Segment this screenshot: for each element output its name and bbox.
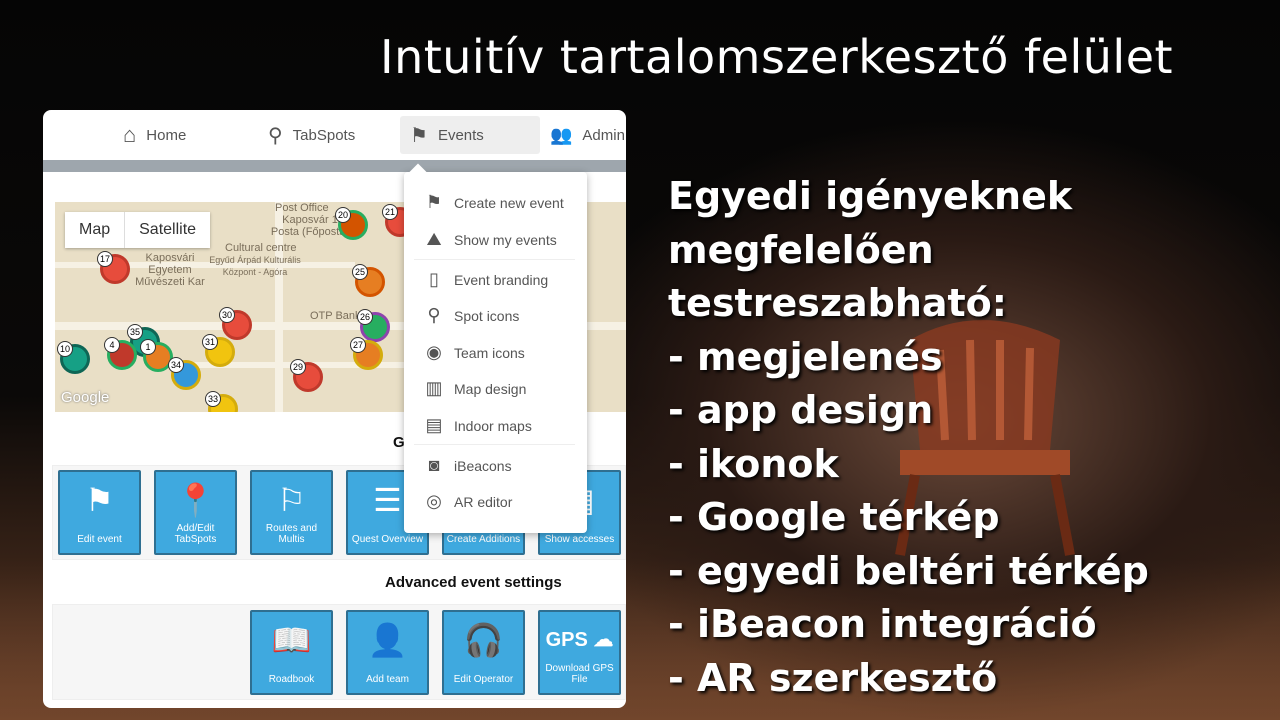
flag-icon: ⚑ bbox=[85, 482, 114, 518]
bullet: megfelelően testreszabható: bbox=[668, 227, 1007, 326]
eye-icon: ◎ bbox=[426, 491, 442, 511]
users-icon: 👥 bbox=[550, 124, 573, 145]
menu-map-design[interactable]: ▥ Map design bbox=[422, 378, 526, 399]
phone-icon: ▯ bbox=[429, 269, 439, 289]
map-type-satellite[interactable]: Satellite bbox=[125, 212, 210, 248]
home-icon: ⌂ bbox=[123, 122, 137, 147]
bullet: Egyedi igényeknek bbox=[668, 174, 1073, 218]
map-marker[interactable]: 33 bbox=[205, 391, 238, 412]
map-marker[interactable]: 4 bbox=[104, 337, 137, 370]
book-icon: 📖 bbox=[271, 622, 312, 658]
nav-divider bbox=[43, 160, 626, 172]
menu-event-branding[interactable]: ▯ Event branding bbox=[422, 269, 548, 290]
menu-create-new-event[interactable]: ⚑ Create new event bbox=[422, 192, 564, 213]
map-pin-icon: ⚲ bbox=[427, 305, 441, 325]
map-marker[interactable]: 26 bbox=[357, 309, 390, 342]
nav-admin[interactable]: 👥 Admin bbox=[540, 116, 626, 154]
map-marker[interactable]: 20 bbox=[335, 207, 368, 240]
map-marker[interactable]: 25 bbox=[352, 264, 385, 297]
menu-team-icons[interactable]: ◉ Team icons bbox=[422, 342, 525, 363]
edit-operator-button[interactable]: 🎧 Edit Operator bbox=[442, 610, 525, 695]
nav-events[interactable]: ⚑ Events bbox=[400, 116, 540, 154]
map-marker[interactable]: 29 bbox=[290, 359, 323, 392]
menu-spot-icons[interactable]: ⚲ Spot icons bbox=[422, 305, 519, 326]
bullet: - ikonok bbox=[668, 441, 839, 486]
headset-icon: 🎧 bbox=[463, 622, 504, 658]
map-marker[interactable]: 27 bbox=[350, 337, 383, 370]
edit-event-button[interactable]: ⚑ Edit event bbox=[58, 470, 141, 555]
bullet: - megjelenés bbox=[668, 334, 943, 379]
slide-title: Intuitív tartalomszerkesztő felület bbox=[380, 30, 1174, 84]
add-user-icon: 👤 bbox=[367, 622, 408, 658]
folded-map-icon: ▥ bbox=[425, 378, 443, 398]
bullet: - AR szerkesztő bbox=[668, 655, 998, 700]
routes-multis-button[interactable]: ⚐ Routes and Multis bbox=[250, 470, 333, 555]
menu-ar-editor[interactable]: ◎ AR editor bbox=[422, 491, 512, 512]
map-pin-icon: ⚲ bbox=[268, 124, 283, 147]
advanced-settings-heading: Advanced event settings bbox=[385, 574, 562, 591]
bullet: - app design bbox=[668, 388, 934, 432]
bullet: - egyedi beltéri térkép bbox=[668, 548, 1149, 593]
map-type-map[interactable]: Map bbox=[65, 212, 126, 248]
general-settings-heading: G bbox=[393, 434, 405, 451]
map-marker[interactable]: 34 bbox=[168, 357, 201, 390]
feature-list: Egyedi igényeknek megfelelően testreszab… bbox=[668, 170, 1280, 705]
bullet: - iBeacon integráció bbox=[668, 602, 1097, 646]
map-marker[interactable]: 17 bbox=[97, 251, 130, 284]
menu-indoor-maps[interactable]: ▤ Indoor maps bbox=[422, 415, 531, 436]
bullet: - Google térkép bbox=[668, 495, 1000, 539]
map-pin-edit-icon: 📍 bbox=[175, 482, 216, 518]
beacon-icon: ◙ bbox=[428, 455, 440, 475]
route-icon: ⚐ bbox=[277, 482, 306, 518]
nav-home[interactable]: ⌂ Home bbox=[113, 116, 196, 154]
roadbook-button[interactable]: 📖 Roadbook bbox=[250, 610, 333, 695]
map-icon: ⛰ bbox=[426, 229, 442, 249]
flag-plus-icon: ⚑ bbox=[425, 192, 443, 212]
menu-ibeacons[interactable]: ◙ iBeacons bbox=[422, 455, 512, 476]
google-logo: Google bbox=[61, 389, 110, 406]
flag-icon: ⚑ bbox=[410, 124, 428, 147]
building-icon: ▤ bbox=[425, 415, 443, 435]
add-edit-tabspots-button[interactable]: 📍 Add/Edit TabSpots bbox=[154, 470, 237, 555]
map-marker[interactable]: 31 bbox=[202, 334, 235, 367]
nav-tabspots[interactable]: ⚲ TabSpots bbox=[258, 116, 365, 154]
team-pin-icon: ◉ bbox=[426, 342, 442, 362]
map-marker[interactable]: 30 bbox=[219, 307, 252, 340]
top-nav: ⌂ Home ⚲ TabSpots ⚑ Events 👥 Admin bbox=[43, 110, 626, 160]
map-marker[interactable]: 10 bbox=[57, 341, 90, 374]
add-team-button[interactable]: 👤 Add team bbox=[346, 610, 429, 695]
menu-show-my-events[interactable]: ⛰ Show my events bbox=[422, 229, 556, 250]
download-gps-button[interactable]: GPS ☁ Download GPS File bbox=[538, 610, 621, 695]
gps-download-icon: GPS ☁ bbox=[545, 629, 614, 651]
events-dropdown-menu: ⚑ Create new event ⛰ Show my events ▯ Event… bbox=[404, 163, 587, 533]
map-type-control: Map Satellite bbox=[65, 212, 211, 248]
